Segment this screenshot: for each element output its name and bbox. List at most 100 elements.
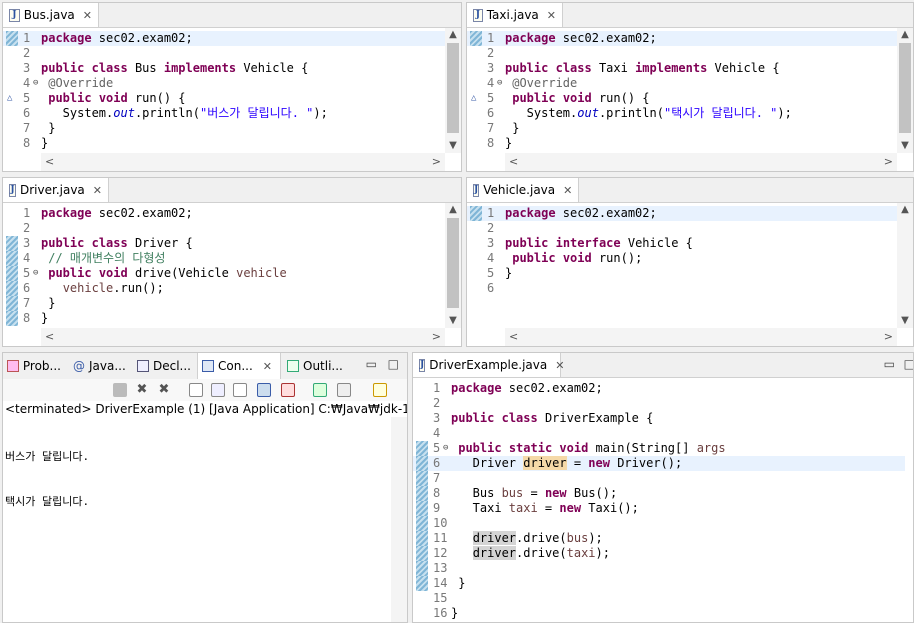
code-line[interactable]: 1 package sec02.exam02;: [3, 31, 445, 46]
show-on-output-icon[interactable]: [257, 383, 271, 397]
tab-bus-java[interactable]: J Bus.java ✕: [3, 3, 99, 27]
scroll-right-icon[interactable]: >: [432, 328, 441, 346]
code-line[interactable]: 2: [413, 396, 905, 411]
scroll-up-icon[interactable]: ▲: [897, 203, 913, 217]
scrollbar-thumb[interactable]: [447, 218, 459, 308]
code-line[interactable]: 6 vehicle.run();: [3, 281, 445, 296]
code-line[interactable]: 9 Taxi taxi = new Taxi();: [413, 501, 905, 516]
remove-launch-icon[interactable]: ✖: [135, 383, 149, 397]
code-line[interactable]: 16}: [413, 606, 905, 621]
code-line[interactable]: 3 public class Driver {: [3, 236, 445, 251]
vertical-scrollbar[interactable]: ▲ ▼: [897, 28, 913, 153]
close-icon[interactable]: ✕: [555, 359, 564, 372]
scroll-right-icon[interactable]: >: [884, 328, 893, 346]
code-line[interactable]: 2: [467, 221, 897, 236]
show-on-error-icon[interactable]: [281, 383, 295, 397]
code-line[interactable]: 5 ⊖ public static void main(String[] args: [413, 441, 905, 456]
close-icon[interactable]: ✕: [563, 184, 572, 197]
code-line[interactable]: 3 public class Taxi implements Vehicle {: [467, 61, 897, 76]
code-line[interactable]: 3 public interface Vehicle {: [467, 236, 897, 251]
scroll-left-icon[interactable]: <: [509, 328, 518, 346]
main-code-area[interactable]: 1 package sec02.exam02; 2 3 public class Dri…: [413, 378, 905, 622]
tab-console[interactable]: Con... ✕: [197, 353, 281, 379]
scroll-down-icon[interactable]: ▼: [897, 139, 913, 153]
code-line[interactable]: 6 System.out.println("버스가 달립니다. ");: [3, 106, 445, 121]
scroll-down-icon[interactable]: ▼: [445, 314, 461, 328]
open-console-icon[interactable]: [373, 383, 387, 397]
code-line[interactable]: 4 ⊖ @Override: [3, 76, 445, 91]
tab-taxi-java[interactable]: J Taxi.java ✕: [467, 3, 563, 27]
tab-declaration[interactable]: Decl...: [133, 353, 195, 379]
code-line[interactable]: 4 // 매개변수의 다형성: [3, 251, 445, 266]
code-line[interactable]: 6 System.out.println("택시가 달립니다. ");: [467, 106, 897, 121]
vertical-scrollbar[interactable]: ▲ ▼: [897, 203, 913, 328]
code-line[interactable]: 7: [413, 471, 905, 486]
code-line[interactable]: 10: [413, 516, 905, 531]
close-icon[interactable]: ✕: [93, 184, 102, 197]
minimize-icon[interactable]: ▭: [366, 357, 377, 371]
code-line[interactable]: 7 }: [3, 296, 445, 311]
display-console-icon[interactable]: [337, 383, 351, 397]
fold-toggle-icon[interactable]: ⊖: [33, 266, 38, 281]
console-output[interactable]: 버스가 달립니다. 택시가 달립니다.: [5, 419, 89, 539]
driver-code-area[interactable]: 1 package sec02.exam02; 2 3 public class Dri…: [3, 203, 445, 328]
bus-code-area[interactable]: 1 package sec02.exam02; 2 3 public class Bus…: [3, 28, 445, 153]
fold-toggle-icon[interactable]: ⊖: [33, 76, 38, 91]
maximize-icon[interactable]: □: [388, 357, 399, 371]
terminate-icon[interactable]: [113, 383, 127, 397]
code-line[interactable]: 6: [467, 281, 897, 296]
code-line[interactable]: 5}: [467, 266, 897, 281]
code-line[interactable]: 13: [413, 561, 905, 576]
code-line[interactable]: 15: [413, 591, 905, 606]
taxi-code-area[interactable]: 1 package sec02.exam02; 2 3 public class Tax…: [467, 28, 897, 153]
pin-console-icon[interactable]: [313, 383, 327, 397]
close-icon[interactable]: ✕: [547, 9, 556, 22]
code-line[interactable]: 8 Bus bus = new Bus();: [413, 486, 905, 501]
code-line[interactable]: 5 ⊖ public void drive(Vehicle vehicle: [3, 266, 445, 281]
code-line[interactable]: 1 package sec02.exam02;: [413, 381, 905, 396]
code-line[interactable]: 11 driver.drive(bus);: [413, 531, 905, 546]
tab-problems[interactable]: Prob...: [3, 353, 65, 379]
override-marker-icon[interactable]: △: [471, 91, 476, 106]
scroll-down-icon[interactable]: ▼: [897, 314, 913, 328]
code-line[interactable]: 5 △ public void run() {: [3, 91, 445, 106]
code-line[interactable]: 3 public class DriverExample {: [413, 411, 905, 426]
code-line[interactable]: 7 }: [3, 121, 445, 136]
code-line[interactable]: 14 }: [413, 576, 905, 591]
maximize-icon[interactable]: □: [904, 357, 913, 371]
vertical-scrollbar[interactable]: ▲ ▼: [445, 203, 461, 328]
code-line[interactable]: 8}: [3, 311, 445, 326]
vertical-scrollbar[interactable]: ▲ ▼: [445, 28, 461, 153]
code-line[interactable]: 1 package sec02.exam02;: [467, 31, 897, 46]
close-icon[interactable]: ✕: [263, 360, 272, 373]
code-line[interactable]: 1 package sec02.exam02;: [3, 206, 445, 221]
scroll-lock-icon[interactable]: [211, 383, 225, 397]
word-wrap-icon[interactable]: [233, 383, 247, 397]
remove-all-terminated-icon[interactable]: ✖: [157, 383, 171, 397]
horizontal-scrollbar[interactable]: < >: [505, 153, 897, 171]
scroll-up-icon[interactable]: ▲: [445, 28, 461, 42]
fold-toggle-icon[interactable]: ⊖: [443, 441, 448, 456]
tab-vehicle-java[interactable]: J Vehicle.java ✕: [467, 178, 579, 202]
scroll-left-icon[interactable]: <: [45, 328, 54, 346]
horizontal-scrollbar[interactable]: < >: [505, 328, 897, 346]
tab-driverexample-java[interactable]: J DriverExample.java ✕: [413, 353, 564, 377]
tab-outline[interactable]: Outli...: [283, 353, 349, 379]
override-marker-icon[interactable]: △: [7, 91, 12, 106]
scroll-right-icon[interactable]: >: [432, 153, 441, 171]
scroll-right-icon[interactable]: >: [884, 153, 893, 171]
code-line[interactable]: 7 }: [467, 121, 897, 136]
code-line[interactable]: 2: [3, 46, 445, 61]
code-line[interactable]: 8}: [3, 136, 445, 151]
scrollbar-thumb[interactable]: [447, 43, 459, 133]
code-line[interactable]: 4 ⊖ @Override: [467, 76, 897, 91]
scroll-down-icon[interactable]: ▼: [445, 139, 461, 153]
tab-driver-java[interactable]: J Driver.java ✕: [3, 178, 109, 202]
code-line[interactable]: 4 public void run();: [467, 251, 897, 266]
tab-javadoc[interactable]: @ Java...: [69, 353, 131, 379]
code-line[interactable]: 12 driver.drive(taxi);: [413, 546, 905, 561]
minimize-icon[interactable]: ▭: [884, 357, 895, 371]
scroll-left-icon[interactable]: <: [509, 153, 518, 171]
code-line[interactable]: 6 Driver driver = new Driver();: [413, 456, 905, 471]
scroll-up-icon[interactable]: ▲: [897, 28, 913, 42]
